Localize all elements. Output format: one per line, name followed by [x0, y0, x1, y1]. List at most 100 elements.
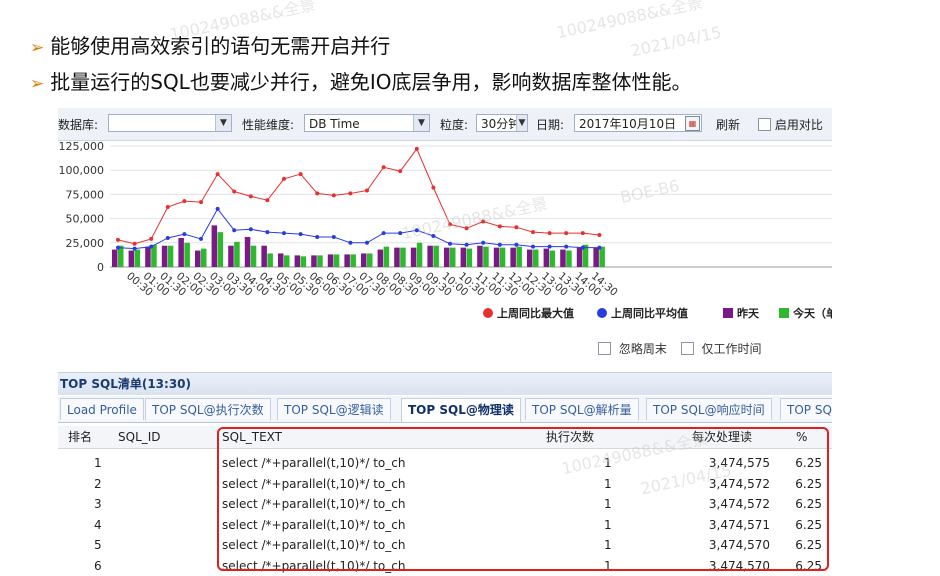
data-point — [381, 231, 386, 236]
perf-dimension-select[interactable]: DB Time ▼ — [304, 114, 430, 132]
column-header-sql-id[interactable]: SQL_ID — [118, 426, 161, 448]
data-point — [531, 244, 535, 249]
data-point — [331, 193, 336, 198]
compare-checkbox[interactable] — [758, 118, 771, 131]
data-point — [431, 234, 436, 239]
granularity-label: 粒度: — [440, 118, 469, 132]
data-point — [365, 188, 369, 193]
tab-top-sql-parses[interactable]: TOP SQL@解析量 — [525, 398, 639, 420]
bar-yesterday — [560, 249, 566, 267]
enable-compare-toggle[interactable]: 启用对比 — [758, 116, 823, 133]
tab-top-sql-physical-reads[interactable]: TOP SQL@物理读 — [401, 398, 521, 422]
ignore-weekend-checkbox[interactable] — [598, 342, 611, 355]
bar-today — [566, 250, 572, 267]
bar-today — [217, 232, 224, 267]
y-tick-label: 125,000 — [59, 140, 105, 153]
work-time-only-checkbox[interactable] — [680, 342, 694, 355]
data-point — [431, 185, 436, 190]
bar-today — [450, 247, 456, 267]
data-point — [481, 240, 486, 245]
tab-top-sql-more[interactable]: TOP SQ — [780, 398, 832, 420]
highlight-box — [217, 427, 829, 571]
date-picker[interactable]: 2017年10月10日 ▦ — [574, 114, 702, 132]
tab-top-sql-logical-reads[interactable]: TOP SQL@逻辑读 — [277, 398, 391, 420]
top-sql-list-title: TOP SQL清单(13:30) — [58, 372, 832, 395]
series-line-max — [117, 147, 600, 245]
data-point — [547, 231, 552, 236]
y-tick-label: 100,000 — [59, 164, 105, 177]
bar-yesterday — [477, 245, 483, 267]
bar-today — [184, 242, 190, 267]
chevron-down-icon[interactable]: ▼ — [413, 115, 429, 131]
bullet-point-2: ➢ 批量运行的SQL也要减少并行，避免IO底层争用，影响数据库整体性能。 — [30, 66, 691, 95]
data-point — [365, 240, 369, 245]
bar-today — [383, 246, 390, 267]
bar-today — [250, 245, 257, 267]
bar-today — [533, 249, 539, 267]
data-point — [116, 245, 120, 250]
bar-yesterday — [161, 245, 168, 267]
granularity-select[interactable]: 30分钟 ▼ — [476, 114, 528, 132]
perf-dimension-label: 性能维度: — [242, 118, 295, 132]
chevron-down-icon[interactable]: ▼ — [516, 115, 527, 131]
table-cell-rank: 2 — [94, 476, 102, 491]
bar-yesterday — [228, 245, 234, 267]
bar-yesterday — [377, 249, 384, 267]
chevron-down-icon[interactable]: ▼ — [215, 115, 231, 131]
bar-today — [367, 253, 373, 267]
bar-yesterday — [327, 254, 334, 267]
bar-yesterday — [294, 255, 301, 267]
bar-today — [201, 248, 207, 267]
watermark: 2021/04/15 — [629, 22, 724, 61]
data-point — [215, 172, 220, 177]
bullet-arrow-icon: ➢ — [30, 74, 45, 94]
bar-today — [433, 245, 439, 267]
legend-marker — [779, 308, 789, 318]
data-point — [132, 246, 137, 251]
data-point — [414, 146, 419, 151]
bar-yesterday — [195, 250, 201, 267]
data-point — [414, 228, 419, 233]
data-point — [265, 230, 270, 235]
bar-today — [416, 242, 423, 267]
db-time-chart: 025,00050,00075,000100,000125,00000:3001… — [59, 140, 832, 320]
data-point — [182, 232, 187, 237]
calendar-icon[interactable]: ▦ — [685, 116, 700, 131]
date-label: 日期: — [536, 118, 565, 132]
compare-label: 启用对比 — [774, 118, 823, 132]
bar-yesterday — [145, 246, 151, 267]
column-header-rank[interactable]: 排名 — [68, 426, 92, 448]
bullet-text: 能够使用高效索引的语句无需开启并行 — [50, 34, 391, 58]
bar-yesterday — [394, 247, 400, 267]
data-point — [398, 231, 403, 236]
work-time-only-label: 仅工作时间 — [701, 342, 762, 356]
tab-top-sql-response-time[interactable]: TOP SQL@响应时间 — [646, 398, 772, 420]
legend-marker — [597, 308, 607, 318]
table-cell-rank: 4 — [94, 517, 102, 532]
y-tick-label: 75,000 — [66, 188, 105, 201]
refresh-button[interactable]: 刷新 — [716, 116, 740, 133]
legend-label: 今天（单 — [792, 306, 832, 320]
data-point — [116, 237, 120, 242]
bar-yesterday — [593, 247, 599, 267]
bar-yesterday — [510, 247, 516, 267]
data-point — [514, 242, 519, 247]
bar-yesterday — [527, 249, 533, 267]
bar-yesterday — [493, 247, 500, 267]
bar-today — [499, 247, 506, 267]
table-cell-rank: 3 — [94, 497, 102, 511]
legend-marker — [483, 308, 493, 318]
bar-yesterday — [361, 253, 367, 267]
data-point — [464, 226, 469, 231]
data-point — [564, 231, 569, 236]
bar-yesterday — [344, 254, 350, 267]
data-point — [165, 204, 170, 209]
tab-top-sql-executions[interactable]: TOP SQL@执行次数 — [145, 398, 271, 420]
data-point — [132, 241, 137, 246]
database-select[interactable]: ▼ — [108, 114, 232, 132]
bar-yesterday — [211, 225, 218, 267]
bar-today — [300, 256, 307, 267]
data-point — [497, 242, 502, 247]
tab-load-profile[interactable]: Load Profile — [60, 398, 144, 420]
bar-yesterday — [460, 247, 467, 267]
